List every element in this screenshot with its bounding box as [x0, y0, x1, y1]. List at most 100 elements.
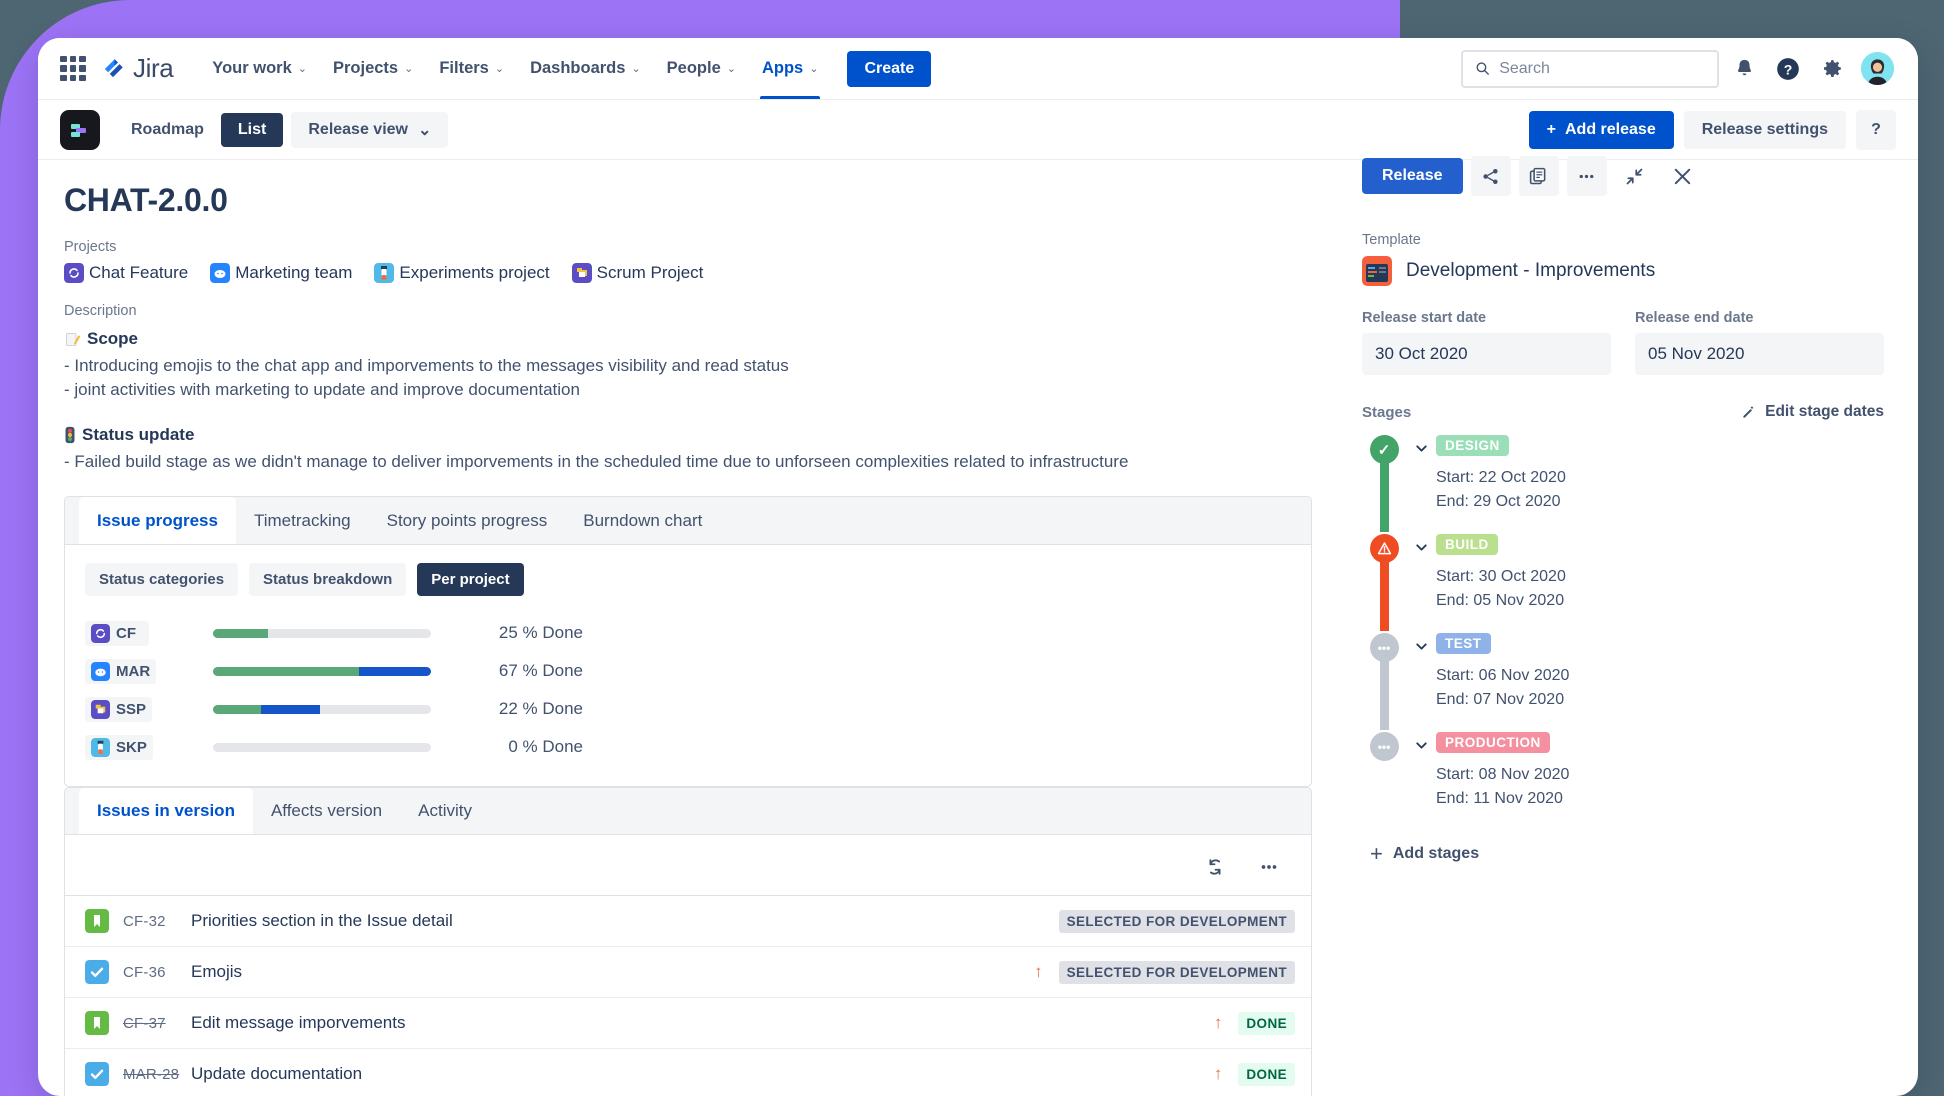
close-button[interactable] — [1663, 156, 1703, 196]
plus-icon: + — [1370, 841, 1383, 866]
project-key-chip[interactable]: MAR — [85, 658, 157, 684]
pill-per-project[interactable]: Per project — [417, 563, 524, 597]
issue-key[interactable]: CF-36 — [123, 964, 191, 981]
project-key-chip[interactable]: CF — [85, 620, 149, 646]
ellipsis-icon: ••• — [1377, 739, 1391, 754]
stage-build: BUILD Start: 30 Oct 2020 End: 05 Nov 202… — [1362, 534, 1884, 633]
tab-activity[interactable]: Activity — [400, 788, 490, 834]
release-start-date-value[interactable]: 30 Oct 2020 — [1362, 333, 1611, 375]
stage-status-pending-icon[interactable]: ••• — [1369, 732, 1399, 761]
help-button[interactable]: ? — [1769, 50, 1807, 88]
stage-end-date: End: 07 Nov 2020 — [1436, 691, 1565, 708]
stage-status-failed-icon[interactable] — [1369, 534, 1399, 563]
nav-label: People — [666, 59, 721, 77]
edit-stage-dates-button[interactable]: Edit stage dates — [1741, 403, 1884, 421]
stages-label: Stages — [1362, 403, 1412, 421]
search-box[interactable] — [1461, 49, 1719, 88]
release-end-date-label: Release end date — [1635, 310, 1754, 326]
pill-status-categories[interactable]: Status categories — [85, 563, 239, 597]
progress-percent-label: 67 % Done — [498, 661, 583, 681]
tab-roadmap[interactable]: Roadmap — [114, 113, 221, 147]
release-view-label: Release view — [308, 120, 408, 138]
stage-expand-toggle[interactable] — [1406, 534, 1436, 627]
issue-key[interactable]: CF-37 — [123, 1015, 191, 1032]
stage-status-pending-icon[interactable]: ••• — [1369, 633, 1399, 662]
issue-summary[interactable]: Edit message imporvements — [191, 1013, 405, 1033]
release-view-selector[interactable]: Release view ⌄ — [291, 111, 449, 148]
project-chip-scrum-project[interactable]: Scrum Project — [571, 263, 703, 283]
issue-list: CF-32 Priorities section in the Issue de… — [64, 895, 1312, 1096]
refresh-button[interactable] — [1195, 847, 1235, 887]
tab-issue-progress[interactable]: Issue progress — [79, 497, 236, 545]
project-avatar-icon — [91, 623, 110, 643]
project-chip-experiments-project[interactable]: Experiments project — [374, 263, 550, 283]
app-window: Jira Your work ⌄ Projects ⌄ Filters ⌄ Da… — [38, 38, 1918, 1096]
issue-summary[interactable]: Emojis — [191, 962, 242, 982]
stage-expand-toggle[interactable] — [1406, 435, 1436, 528]
release-settings-button[interactable]: Release settings — [1683, 110, 1846, 149]
search-input[interactable] — [1499, 59, 1705, 78]
app-switcher-icon[interactable] — [60, 55, 86, 82]
table-row[interactable]: CF-36 Emojis ↑ SELECTED FOR DEVELOPMENT — [65, 946, 1311, 997]
app-logo[interactable] — [60, 109, 100, 150]
stage-content: PRODUCTION Start: 08 Nov 2020 End: 11 No… — [1436, 732, 1569, 825]
more-options-button[interactable] — [1566, 156, 1607, 196]
release-end-date-value[interactable]: 05 Nov 2020 — [1635, 333, 1884, 375]
stage-expand-toggle[interactable] — [1406, 732, 1436, 825]
pill-status-breakdown[interactable]: Status breakdown — [249, 563, 407, 597]
tab-list[interactable]: List — [220, 112, 284, 147]
project-chip-marketing-team[interactable]: Marketing team — [210, 263, 352, 283]
issues-more-options-button[interactable] — [1249, 847, 1289, 887]
jira-home-link[interactable]: Jira — [100, 53, 174, 84]
copy-button[interactable] — [1518, 156, 1559, 196]
nav-item-apps[interactable]: Apps ⌄ — [749, 38, 831, 99]
chevron-down-icon — [1415, 544, 1427, 551]
description-label: Description — [64, 303, 137, 319]
nav-item-dashboards[interactable]: Dashboards ⌄ — [517, 38, 654, 99]
table-row[interactable]: MAR-28 Update documentation ↑ DONE — [65, 1048, 1311, 1096]
project-chip-chat-feature[interactable]: Chat Feature — [64, 263, 188, 283]
nav-item-projects[interactable]: Projects ⌄ — [320, 38, 426, 99]
user-avatar[interactable] — [1861, 52, 1894, 85]
table-row[interactable]: CF-32 Priorities section in the Issue de… — [65, 895, 1311, 946]
collapse-button[interactable] — [1615, 156, 1655, 196]
tab-burndown-chart[interactable]: Burndown chart — [565, 497, 720, 544]
tab-story-points-progress[interactable]: Story points progress — [369, 497, 566, 544]
jira-wordmark: Jira — [133, 53, 174, 83]
release-button[interactable]: Release — [1362, 158, 1463, 194]
template-row[interactable]: Development - Improvements — [1362, 256, 1884, 286]
stage-name-badge: PRODUCTION — [1436, 732, 1550, 753]
nav-item-filters[interactable]: Filters ⌄ — [426, 38, 517, 99]
tab-affects-version[interactable]: Affects version — [253, 788, 400, 834]
create-button[interactable]: Create — [847, 50, 932, 87]
share-button[interactable] — [1470, 156, 1511, 196]
tab-issues-in-version[interactable]: Issues in version — [79, 788, 253, 835]
notifications-button[interactable] — [1725, 50, 1763, 88]
issue-summary[interactable]: Update documentation — [191, 1064, 362, 1084]
close-icon — [1674, 168, 1691, 184]
issue-summary[interactable]: Priorities section in the Issue detail — [191, 911, 453, 931]
stage-name-badge: BUILD — [1436, 534, 1498, 555]
issue-key[interactable]: MAR-28 — [123, 1066, 191, 1083]
stage-content: BUILD Start: 30 Oct 2020 End: 05 Nov 202… — [1436, 534, 1566, 627]
more-horizontal-icon — [1261, 865, 1277, 870]
nav-label: Filters — [439, 59, 489, 77]
settings-button[interactable] — [1813, 50, 1851, 88]
add-release-button[interactable]: + Add release — [1528, 110, 1674, 149]
table-row[interactable]: CF-37 Edit message imporvements ↑ DONE — [65, 997, 1311, 1048]
help-question-button[interactable]: ? — [1856, 109, 1896, 150]
story-type-icon — [85, 1011, 109, 1036]
project-key-chip[interactable]: SSP — [85, 696, 153, 722]
project-avatar-icon — [210, 263, 231, 283]
tab-timetracking[interactable]: Timetracking — [236, 497, 369, 544]
add-stages-button[interactable]: + Add stages — [1370, 841, 1479, 867]
stage-status-complete-icon[interactable]: ✓ — [1369, 435, 1399, 464]
stage-expand-toggle[interactable] — [1406, 633, 1436, 726]
warning-icon — [1377, 542, 1391, 555]
project-key-chip[interactable]: SKP — [85, 734, 153, 760]
subbar-actions: + Add release Release settings ? — [1528, 109, 1896, 150]
nav-item-your-work[interactable]: Your work ⌄ — [199, 38, 320, 99]
status-badge: SELECTED FOR DEVELOPMENT — [1058, 909, 1295, 933]
nav-item-people[interactable]: People ⌄ — [654, 38, 749, 99]
issue-key[interactable]: CF-32 — [123, 913, 191, 930]
